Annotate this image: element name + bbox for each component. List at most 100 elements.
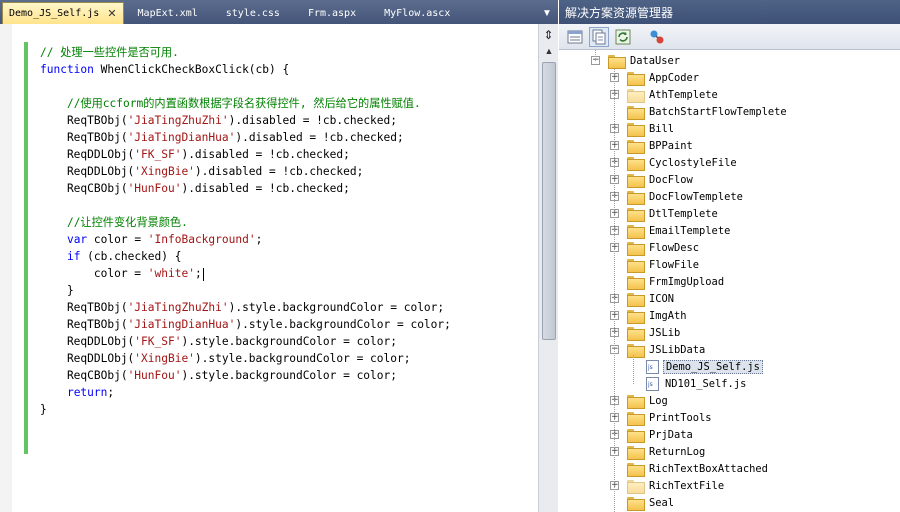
tree-item-label: DocFlowTemplete bbox=[649, 190, 743, 203]
code-token: 'FK_SF' bbox=[134, 148, 182, 161]
code-token: ReqTBObj( bbox=[40, 301, 128, 314]
tab-label: MyFlow.ascx bbox=[384, 7, 451, 19]
tree-file-item[interactable]: Demo_JS_Self.js bbox=[629, 358, 763, 375]
code-token: 'HunFou' bbox=[127, 369, 182, 382]
tree-folder-item[interactable]: + ICON bbox=[610, 290, 676, 307]
tree-item-label: DataUser bbox=[630, 54, 681, 67]
code-line: ReqCBObj('HunFou').disabled = !cb.checke… bbox=[40, 180, 451, 197]
tree-file-item[interactable]: ND101_Self.js bbox=[629, 375, 748, 392]
code-token: 'JiaTingZhuZhi' bbox=[127, 114, 229, 127]
scroll-up-icon[interactable]: ▲ bbox=[542, 46, 556, 60]
tab-frm-aspx[interactable]: Frm.aspx bbox=[294, 2, 370, 24]
tab-list-dropdown-icon[interactable]: ▼ bbox=[536, 2, 558, 24]
tree-folder-item[interactable]: + AppCoder bbox=[610, 69, 701, 86]
tree-folder-item[interactable]: + EmailTemplete bbox=[610, 222, 732, 239]
code-text[interactable]: // 处理一些控件是否可用. function WhenClickCheckBox… bbox=[40, 44, 451, 418]
tab-myflow-ascx[interactable]: MyFlow.ascx bbox=[370, 2, 464, 24]
tree-folder-item[interactable]: + Log bbox=[610, 392, 670, 409]
tree-folder-item[interactable]: FlowFile bbox=[610, 256, 701, 273]
tree-folder-item[interactable]: + DocFlow bbox=[610, 171, 695, 188]
folder-icon bbox=[627, 275, 645, 290]
tree-folder-item[interactable]: BatchStartFlowTemplete bbox=[610, 103, 789, 120]
tab-label: style.css bbox=[225, 7, 280, 19]
tree-item-label: RichTextFile bbox=[649, 479, 725, 492]
close-tab-icon[interactable]: ✕ bbox=[107, 7, 116, 20]
code-line: function WhenClickCheckBoxClick(cb) { bbox=[40, 61, 451, 78]
tree-folder-item[interactable]: − JSLibData bbox=[610, 341, 707, 358]
tree-folder-item[interactable]: Seal bbox=[610, 494, 676, 511]
tree-folder-item[interactable]: + JSLib bbox=[610, 324, 682, 341]
tree-folder-item[interactable]: + Bill bbox=[610, 120, 676, 137]
scrollbar-thumb[interactable] bbox=[542, 62, 556, 340]
tree-item-label: DtlTemplete bbox=[649, 207, 718, 220]
tree-folder-item[interactable]: + PrjData bbox=[610, 426, 695, 443]
code-area[interactable]: // 处理一些控件是否可用. function WhenClickCheckBox… bbox=[0, 24, 540, 512]
tree-folder-item[interactable]: + CyclostyleFile bbox=[610, 154, 739, 171]
code-token: } bbox=[40, 403, 47, 416]
code-token: 'HunFou' bbox=[127, 182, 182, 195]
code-token: function bbox=[40, 63, 94, 76]
code-token: ReqDDLObj( bbox=[40, 165, 135, 178]
tree-folder-item[interactable]: + PrintTools bbox=[610, 409, 714, 426]
tab-style-css[interactable]: style.css bbox=[212, 2, 294, 24]
code-token: ).style.backgroundColor = color; bbox=[235, 318, 451, 331]
tree-folder-item[interactable]: + AthTemplete bbox=[610, 86, 720, 103]
code-token: 'JiaTingZhuZhi' bbox=[127, 301, 229, 314]
refresh-icon[interactable] bbox=[613, 27, 633, 47]
change-tracking-bar bbox=[24, 42, 28, 454]
code-token: ReqDDLObj( bbox=[40, 335, 135, 348]
folder-icon bbox=[627, 173, 645, 188]
code-token: // 处理一些控件是否可用. bbox=[40, 46, 179, 59]
code-token: var bbox=[66, 233, 88, 246]
folder-icon bbox=[627, 428, 645, 443]
folder-icon bbox=[627, 241, 645, 256]
tree-item-label: Demo_JS_Self.js bbox=[663, 359, 763, 374]
code-line: ReqDDLObj('XingBie').style.backgroundCol… bbox=[40, 350, 451, 367]
tab-mapext-xml[interactable]: MapExt.xml bbox=[124, 2, 212, 24]
tree-item-label: BPPaint bbox=[649, 139, 693, 152]
tree-folder-item[interactable]: + ReturnLog bbox=[610, 443, 707, 460]
code-token: ).disabled = !cb.checked; bbox=[235, 131, 404, 144]
code-token: 'JiaTingDianHua' bbox=[127, 131, 236, 144]
vertical-scrollbar[interactable]: ⇕ ▲ bbox=[538, 24, 558, 512]
tree-folder-item[interactable]: + FlowDesc bbox=[610, 239, 701, 256]
code-token: ).disabled = !cb.checked; bbox=[181, 148, 350, 161]
open-folder-icon bbox=[627, 343, 645, 358]
split-window-icon[interactable]: ⇕ bbox=[541, 28, 556, 42]
tree-item-label: ND101_Self.js bbox=[665, 377, 747, 390]
tree-item-label: PrjData bbox=[649, 428, 693, 441]
show-all-files-icon[interactable] bbox=[589, 26, 609, 47]
code-line: ReqDDLObj('XingBie').disabled = !cb.chec… bbox=[40, 163, 451, 180]
class-diagram-icon[interactable] bbox=[647, 27, 667, 47]
folder-icon bbox=[627, 309, 645, 324]
folder-icon bbox=[627, 224, 645, 239]
code-line: ReqDDLObj('FK_SF').disabled = !cb.checke… bbox=[40, 146, 451, 163]
tree-item-label: FrmImgUpload bbox=[649, 275, 725, 288]
tree-folder-item[interactable]: + BPPaint bbox=[610, 137, 695, 154]
code-token: ReqDDLObj( bbox=[40, 352, 135, 365]
tree-item-label: AppCoder bbox=[649, 71, 700, 84]
code-token: ).style.backgroundColor = color; bbox=[228, 301, 445, 314]
code-token: if bbox=[66, 250, 81, 263]
tree-folder-item[interactable]: − DataUser bbox=[591, 52, 682, 69]
code-editor[interactable]: Demo_JS_Self.js ✕ MapExt.xml style.css Frm.a… bbox=[0, 0, 558, 512]
properties-icon[interactable] bbox=[565, 27, 585, 47]
tree-folder-item[interactable]: + RichTextFile bbox=[610, 477, 726, 494]
code-token: ReqTBObj( bbox=[40, 114, 128, 127]
code-line: } bbox=[40, 401, 451, 418]
tree-connector bbox=[595, 50, 596, 61]
tree-folder-item[interactable]: + DocFlowTemplete bbox=[610, 188, 745, 205]
tab-label: Demo_JS_Self.js bbox=[9, 8, 100, 19]
code-line: //让控件变化背景颜色. bbox=[40, 214, 451, 231]
tab-demo-js-self-js[interactable]: Demo_JS_Self.js ✕ bbox=[2, 2, 124, 24]
tree-folder-item[interactable]: RichTextBoxAttached bbox=[610, 460, 770, 477]
code-token: 'InfoBackground' bbox=[147, 233, 256, 246]
tree-item-label: Log bbox=[649, 394, 668, 407]
tree-folder-item[interactable]: + ImgAth bbox=[610, 307, 689, 324]
tree-folder-item[interactable]: + DtlTemplete bbox=[610, 205, 720, 222]
folder-icon bbox=[627, 122, 645, 137]
code-token: (cb.checked) { bbox=[80, 250, 182, 263]
tree-folder-item[interactable]: FrmImgUpload bbox=[610, 273, 726, 290]
folder-icon bbox=[627, 292, 645, 307]
